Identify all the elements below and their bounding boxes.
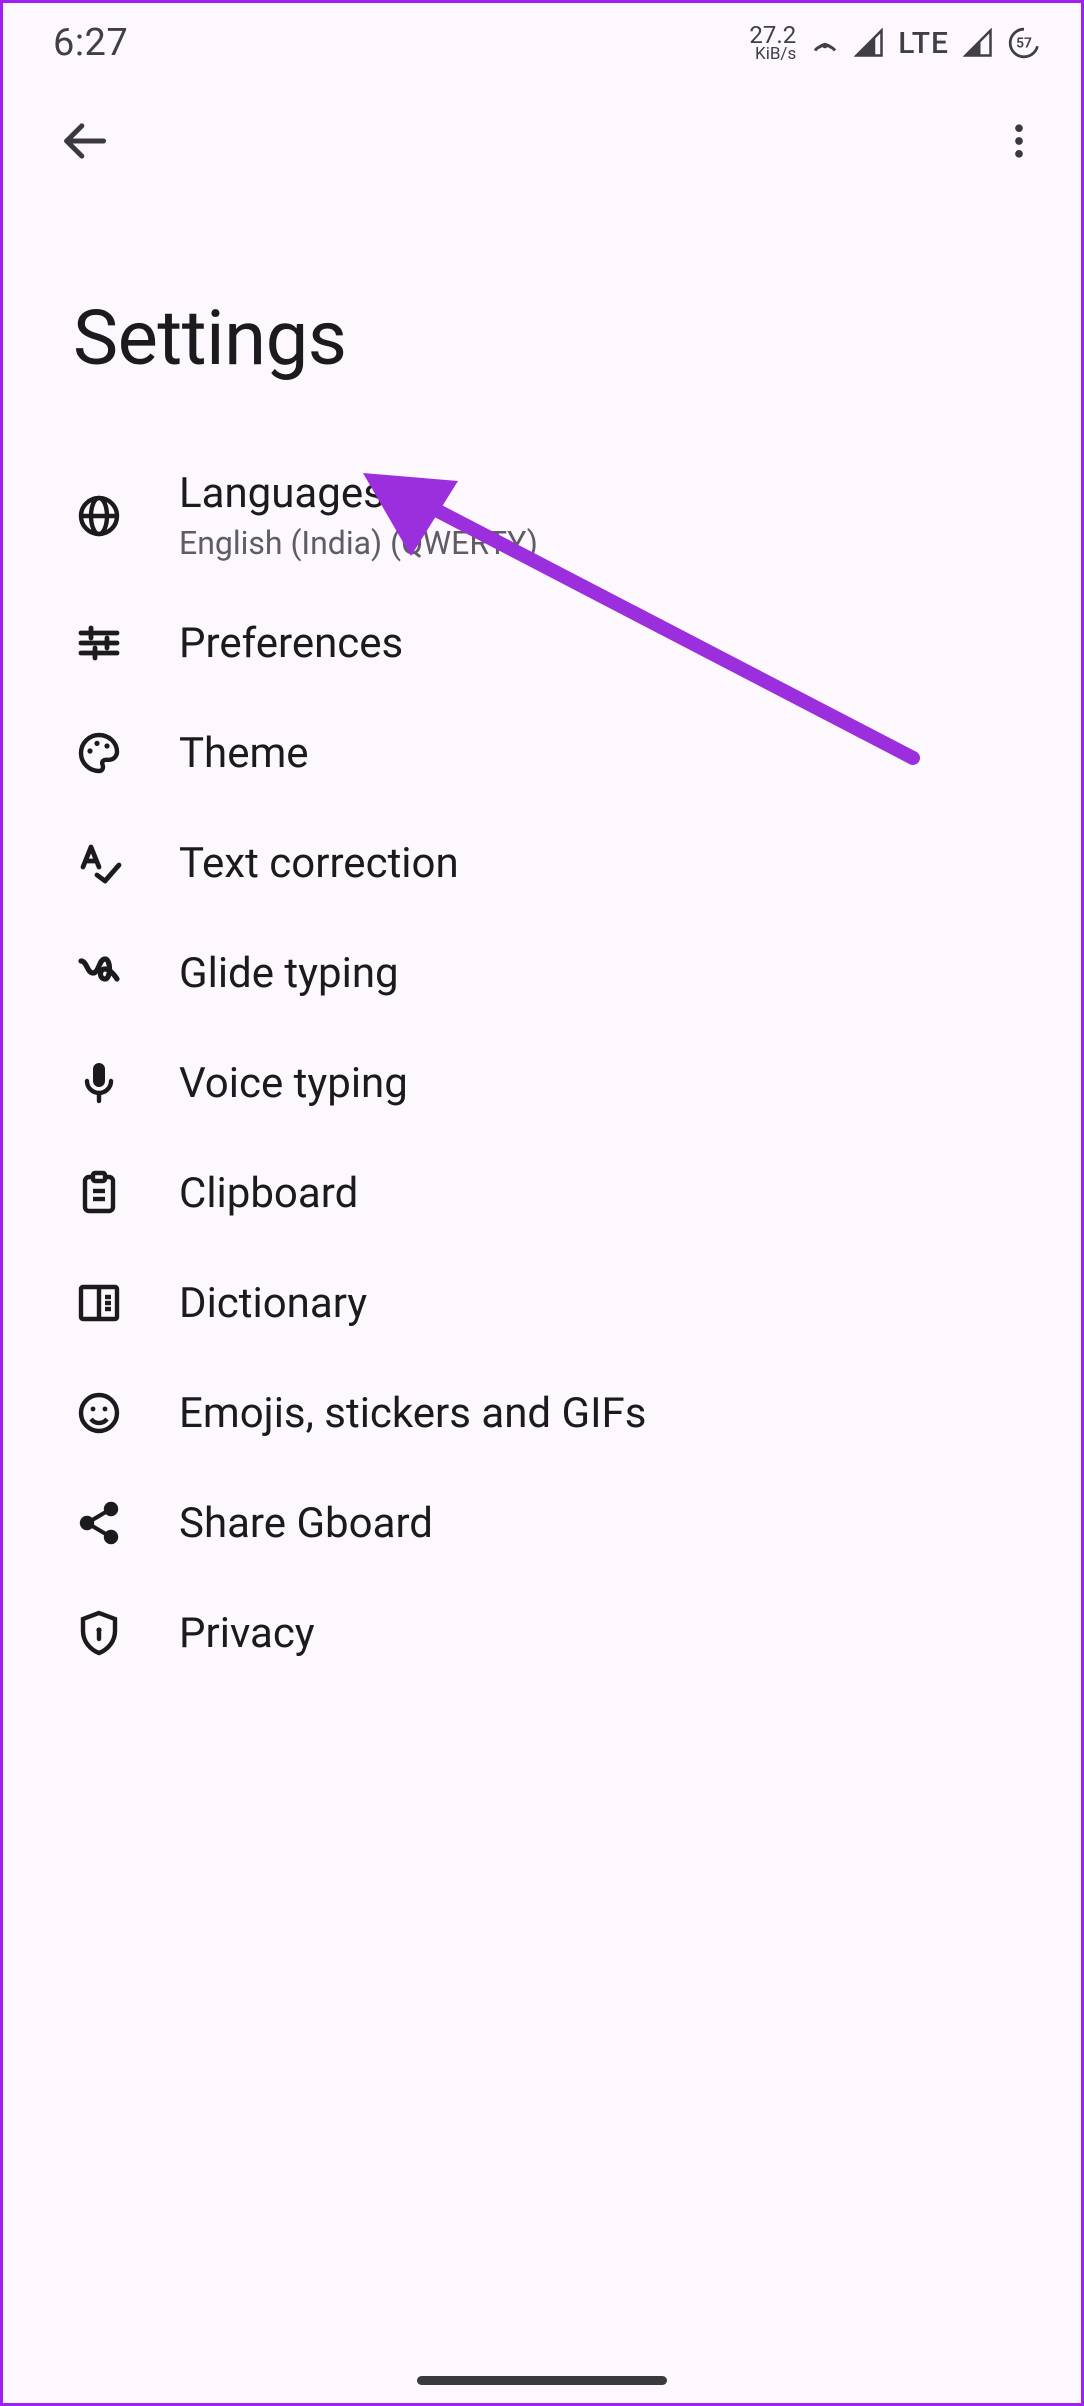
settings-item-voice-typing[interactable]: Voice typing: [3, 1028, 1081, 1138]
book-icon: [73, 1277, 125, 1329]
sliders-icon: [73, 617, 125, 669]
network-type-label: LTE: [898, 26, 949, 61]
status-time: 6:27: [53, 21, 128, 65]
gesture-icon: [73, 947, 125, 999]
settings-item-text-correction[interactable]: Text correction: [3, 808, 1081, 918]
item-title: Share Gboard: [179, 1499, 433, 1548]
page-title: Settings: [3, 193, 1081, 443]
palette-icon: [73, 727, 125, 779]
item-title: Clipboard: [179, 1169, 358, 1218]
item-title: Theme: [179, 729, 309, 778]
item-title: Privacy: [179, 1609, 315, 1658]
signal-1-icon: [854, 28, 884, 58]
overflow-menu-button[interactable]: [997, 119, 1041, 167]
item-title: Emojis, stickers and GIFs: [179, 1389, 646, 1438]
settings-item-privacy[interactable]: Privacy: [3, 1578, 1081, 1688]
settings-item-clipboard[interactable]: Clipboard: [3, 1138, 1081, 1248]
back-button[interactable]: [58, 115, 110, 171]
status-bar: 6:27 27.2 KiB/s LTE: [3, 3, 1081, 83]
status-icons: 27.2 KiB/s LTE: [749, 24, 1041, 63]
settings-item-dictionary[interactable]: Dictionary: [3, 1248, 1081, 1358]
settings-list: Languages English (India) (QWERTY) Prefe…: [3, 443, 1081, 1688]
toolbar: [3, 93, 1081, 193]
item-title: Glide typing: [179, 949, 399, 998]
settings-item-glide-typing[interactable]: Glide typing: [3, 918, 1081, 1028]
settings-item-preferences[interactable]: Preferences: [3, 588, 1081, 698]
settings-item-theme[interactable]: Theme: [3, 698, 1081, 808]
hotspot-icon: [810, 28, 840, 58]
microphone-icon: [73, 1057, 125, 1109]
signal-2-icon: [963, 28, 993, 58]
settings-item-languages[interactable]: Languages English (India) (QWERTY): [3, 443, 1081, 588]
globe-icon: [73, 490, 125, 542]
spellcheck-icon: [73, 837, 125, 889]
gesture-bar: [417, 2376, 667, 2385]
emoji-icon: [73, 1387, 125, 1439]
svg-text:57: 57: [1016, 35, 1032, 51]
item-title: Preferences: [179, 619, 403, 668]
settings-item-emojis[interactable]: Emojis, stickers and GIFs: [3, 1358, 1081, 1468]
network-speed: 27.2 KiB/s: [749, 24, 796, 63]
battery-icon: 57: [1007, 26, 1041, 60]
item-title: Voice typing: [179, 1059, 408, 1108]
share-icon: [73, 1497, 125, 1549]
shield-icon: [73, 1607, 125, 1659]
clipboard-icon: [73, 1167, 125, 1219]
item-title: Dictionary: [179, 1279, 367, 1328]
settings-item-share-gboard[interactable]: Share Gboard: [3, 1468, 1081, 1578]
item-title: Languages: [179, 469, 538, 518]
item-subtitle: English (India) (QWERTY): [179, 524, 538, 562]
item-title: Text correction: [179, 839, 459, 888]
